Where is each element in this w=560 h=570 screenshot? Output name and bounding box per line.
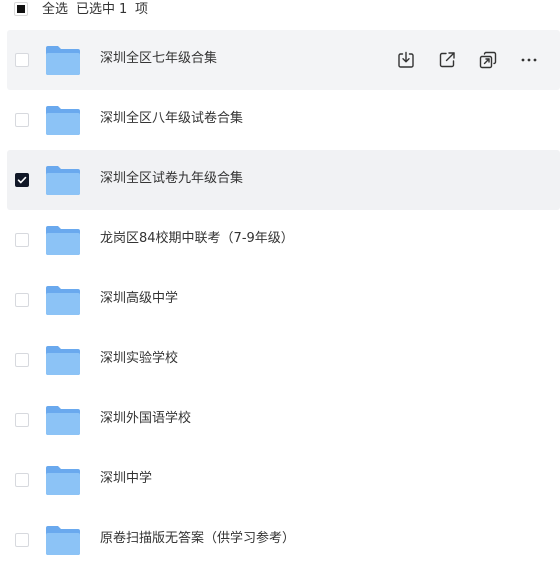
folder-icon [45,42,81,78]
folder-name[interactable]: 原卷扫描版无答案（供学习参考） [100,510,295,570]
folder-name[interactable]: 深圳外国语学校 [100,390,191,450]
folder-icon [45,402,81,438]
row-checkbox[interactable] [15,353,29,367]
selected-unit: 项 [135,2,149,17]
row-checkbox-checked[interactable] [15,173,29,187]
folder-row[interactable]: 深圳外国语学校 [7,390,560,450]
folder-icon [45,462,81,498]
folder-icon [45,222,81,258]
row-checkbox[interactable] [15,413,29,427]
folder-icon [45,102,81,138]
copy-link-icon[interactable] [477,49,499,71]
share-icon[interactable] [436,49,458,71]
row-checkbox[interactable] [15,113,29,127]
folder-icon [45,162,81,198]
select-all-label[interactable]: 全选 [42,1,68,19]
row-checkbox[interactable] [15,473,29,487]
folder-name[interactable]: 深圳全区试卷九年级合集 [100,150,243,210]
selected-count: 1 [119,2,128,17]
folder-name[interactable]: 深圳全区七年级合集 [100,30,217,90]
row-checkbox[interactable] [15,53,29,67]
more-icon[interactable] [518,49,540,71]
select-all-checkbox[interactable] [14,2,28,16]
folder-row[interactable]: 原卷扫描版无答案（供学习参考） [7,510,560,570]
folder-row[interactable]: 深圳中学 [7,450,560,510]
download-icon[interactable] [395,49,417,71]
row-checkbox[interactable] [15,533,29,547]
folder-row[interactable]: 深圳实验学校 [7,330,560,390]
folder-name[interactable]: 深圳实验学校 [100,330,178,390]
folder-list: 深圳全区七年级合集 深圳全区八年级试卷合集 深圳全区试卷九年级合集 龙岗区84校… [0,30,560,570]
row-actions [395,49,540,71]
selected-prefix: 已选中 [76,2,116,17]
folder-row[interactable]: 龙岗区84校期中联考（7-9年级） [7,210,560,270]
row-checkbox[interactable] [15,293,29,307]
selection-header: 全选 已选中 1 项 [0,0,560,20]
folder-row[interactable]: 深圳全区试卷九年级合集 [7,150,560,210]
folder-icon [45,282,81,318]
folder-icon [45,522,81,558]
folder-name[interactable]: 龙岗区84校期中联考（7-9年级） [100,210,294,270]
folder-row[interactable]: 深圳全区八年级试卷合集 [7,90,560,150]
folder-name[interactable]: 深圳中学 [100,450,152,510]
folder-row[interactable]: 深圳全区七年级合集 [7,30,560,90]
row-checkbox[interactable] [15,233,29,247]
folder-name[interactable]: 深圳全区八年级试卷合集 [100,90,243,150]
folder-row[interactable]: 深圳高级中学 [7,270,560,330]
folder-name[interactable]: 深圳高级中学 [100,270,178,330]
folder-icon [45,342,81,378]
